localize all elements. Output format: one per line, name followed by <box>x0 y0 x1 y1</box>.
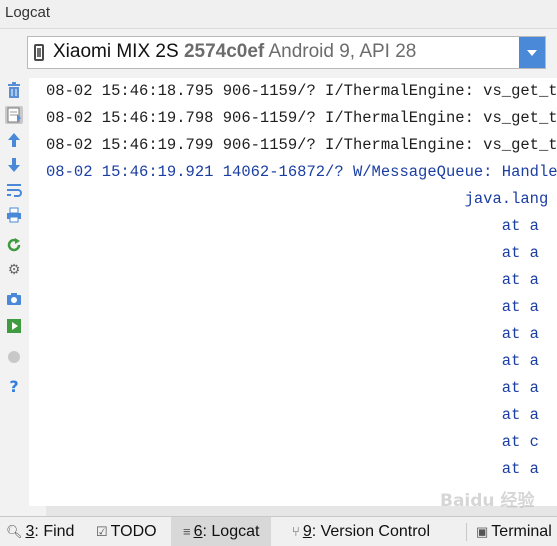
log-line: 08-02 15:46:18.795 906-1159/? I/ThermalE… <box>46 82 557 100</box>
watermark: Baidu 经验 <box>440 491 535 511</box>
log-line: at a <box>46 352 539 370</box>
log-line: at c <box>46 433 539 451</box>
scroll-to-end-icon[interactable] <box>5 106 23 124</box>
device-label: Xiaomi MIX 2S 2574c0ef Android 9, API 28 <box>53 41 416 63</box>
soft-wrap-icon[interactable] <box>5 181 23 199</box>
log-line: java.lang <box>46 190 549 208</box>
logcat-toolbar: ⚙ ? <box>0 78 28 516</box>
todo-icon: ☑ <box>96 524 108 539</box>
log-line: 08-02 15:46:19.798 906-1159/? I/ThermalE… <box>46 109 557 127</box>
log-line: 08-02 15:46:19.921 14062-16872/? W/Messa… <box>46 163 557 181</box>
version-control-icon: ⑂ <box>292 524 300 539</box>
down-arrow-icon[interactable] <box>5 156 23 174</box>
device-os: Android 9, API 28 <box>268 41 417 62</box>
tab-version-control[interactable]: ⑂ 9: Version Control <box>292 517 430 546</box>
log-output[interactable]: 08-02 15:46:18.795 906-1159/? I/ThermalE… <box>29 78 557 506</box>
tab-find[interactable]: 🔍︎ 3: Find <box>6 517 74 546</box>
log-line: at a <box>46 244 539 262</box>
screenshot-icon[interactable] <box>5 290 23 308</box>
log-line: at a <box>46 379 539 397</box>
tab-separator <box>466 523 467 541</box>
device-serial: 2574c0ef <box>183 41 265 62</box>
tab-find-label: : Find <box>34 523 75 540</box>
log-line: at a <box>46 271 539 289</box>
print-icon[interactable] <box>5 206 23 224</box>
log-line: at a <box>46 325 539 343</box>
stop-icon[interactable] <box>5 348 23 366</box>
panel-title: Logcat <box>5 4 51 21</box>
device-name: Xiaomi MIX 2S <box>53 41 179 62</box>
tab-logcat-number: 6 <box>193 523 203 540</box>
up-arrow-icon[interactable] <box>5 131 23 149</box>
trash-icon[interactable] <box>5 82 23 100</box>
device-dropdown[interactable]: Xiaomi MIX 2S 2574c0ef Android 9, API 28 <box>27 36 546 69</box>
help-icon[interactable]: ? <box>5 378 23 396</box>
log-line: 08-02 15:46:19.799 906-1159/? I/ThermalE… <box>46 136 557 154</box>
chevron-down-icon[interactable] <box>519 37 545 68</box>
log-line: at a <box>46 460 539 478</box>
log-line: at a <box>46 298 539 316</box>
tab-todo-label: TODO <box>110 523 157 540</box>
restart-icon[interactable] <box>5 236 23 254</box>
tool-window-bar: 🔍︎ 3: Find ☑ TODO ≡ 6: Logcat ⑂ 9: Version C… <box>0 516 557 546</box>
tab-terminal[interactable]: ▣ Terminal <box>476 517 552 546</box>
tab-version-control-number: 9 <box>302 523 312 540</box>
phone-icon <box>34 44 44 61</box>
tab-logcat[interactable]: ≡ 6: Logcat <box>171 517 272 546</box>
search-icon: 🔍︎ <box>6 524 23 539</box>
device-selector-row: Xiaomi MIX 2S 2574c0ef Android 9, API 28 <box>0 29 557 78</box>
tab-version-control-label: : Version Control <box>311 523 430 540</box>
screen-record-icon[interactable] <box>5 317 23 335</box>
log-line: at a <box>46 406 539 424</box>
settings-icon[interactable]: ⚙ <box>5 261 23 279</box>
terminal-icon: ▣ <box>476 524 489 539</box>
logcat-panel-header: Logcat <box>0 0 557 29</box>
tab-logcat-label: : Logcat <box>202 523 260 540</box>
log-line: at a <box>46 217 539 235</box>
logcat-icon: ≡ <box>183 524 191 539</box>
tab-terminal-label: Terminal <box>491 523 552 540</box>
tab-todo[interactable]: ☑ TODO <box>96 517 157 546</box>
